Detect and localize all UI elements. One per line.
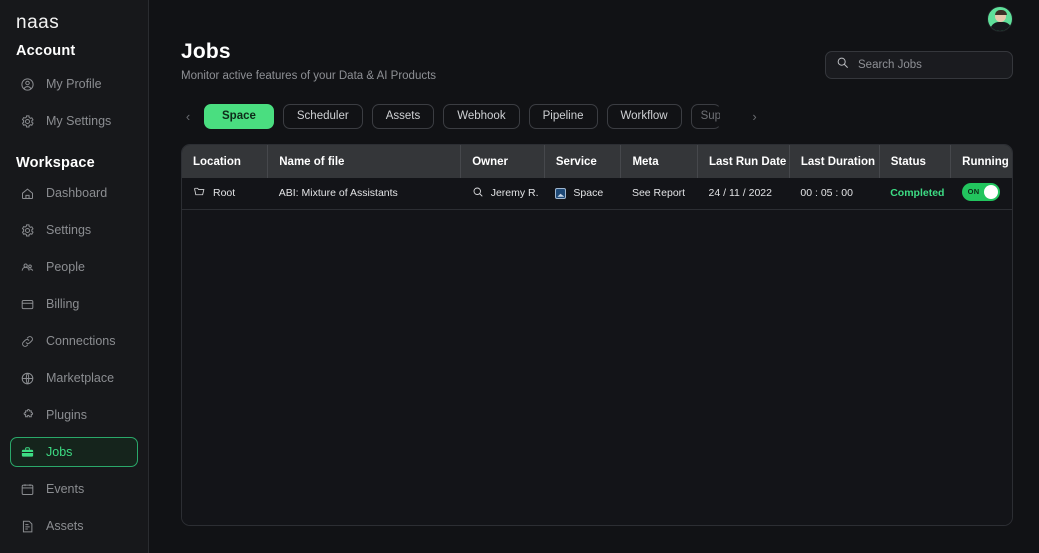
main-content: Jobs Monitor active features of your Dat… [149,0,1039,553]
cell-running: ON [950,178,1012,210]
briefcase-icon [19,444,35,460]
filter-chip-row: ‹ Space Scheduler Assets Webhook Pipelin… [181,102,1013,130]
sidebar-item-connections[interactable]: Connections [10,326,138,356]
running-toggle-label: ON [967,186,980,196]
chevron-right-icon[interactable]: › [748,109,762,124]
table-empty-area [182,209,1012,525]
sidebar-item-assets[interactable]: Assets [10,511,138,541]
credit-card-icon [19,296,35,312]
sidebar-item-label: Settings [46,223,92,237]
cell-meta[interactable]: See Report [620,178,698,210]
globe-icon [19,370,35,386]
column-header-last-duration[interactable]: Last Duration [789,145,880,178]
app-root: naas Account My Profile My Settings Work… [0,0,1039,553]
sidebar-item-people[interactable]: People [10,252,138,282]
column-header-last-run-date[interactable]: Last Run Date [697,145,790,178]
sidebar-item-label: Billing [46,297,80,311]
sidebar-item-label: Marketplace [46,371,115,385]
filter-chip-workflow[interactable]: Workflow [606,103,682,129]
search-input-placeholder[interactable]: Search Jobs [858,59,922,71]
sidebar-item-label: Events [46,482,85,496]
cell-service: Space [544,178,621,210]
sidebar-item-label: Dashboard [46,186,108,200]
document-icon [19,518,35,534]
search-icon [472,186,484,201]
sidebar-item-jobs[interactable]: Jobs [10,437,138,467]
sidebar-item-billing[interactable]: Billing [10,289,138,319]
page-header: Jobs Monitor active features of your Dat… [181,40,1013,82]
gear-icon [19,113,35,129]
home-icon [19,185,35,201]
jobs-table-body: Root ABI: Mixture of Assistants Jeremy R… [182,178,1012,210]
filter-chip-support[interactable]: Sup [690,103,721,129]
puzzle-icon [19,407,35,423]
avatar-body [990,22,1012,31]
sidebar-section-account-title: Account [16,43,76,59]
table-row[interactable]: Root ABI: Mixture of Assistants Jeremy R… [182,178,1012,210]
jobs-table-head: Location Name of file Owner Service Meta… [182,145,1012,178]
column-header-meta[interactable]: Meta [620,145,699,178]
sidebar-item-label: My Settings [46,114,112,128]
column-header-service[interactable]: Service [544,145,622,178]
column-header-location[interactable]: Location [182,145,269,178]
gear-icon [19,222,35,238]
cell-owner-text: Jeremy R. [490,187,539,200]
sidebar-item-label: Assets [46,519,84,533]
sidebar-item-marketplace[interactable]: Marketplace [10,363,138,393]
cell-last-duration: 00 : 05 : 00 [789,178,880,210]
search-jobs-box[interactable]: Search Jobs [825,51,1013,79]
filter-chip-assets[interactable]: Assets [371,103,435,129]
sidebar-item-dashboard[interactable]: Dashboard [10,178,138,208]
status-badge: Completed [890,187,945,200]
sidebar-item-plugins[interactable]: Plugins [10,400,138,430]
top-bar [181,0,1013,36]
jobs-table-container: Location Name of file Owner Service Meta… [181,144,1013,526]
user-circle-icon [19,76,35,92]
cell-name-of-file: ABI: Mixture of Assistants [267,178,461,210]
sidebar-item-label: People [46,260,85,274]
running-toggle[interactable]: ON [961,182,1000,201]
calendar-icon [19,481,35,497]
sidebar: naas Account My Profile My Settings Work… [0,0,149,553]
people-icon [19,259,35,275]
search-icon [836,56,849,74]
image-icon [555,187,567,199]
brand-logo[interactable]: naas [0,0,148,38]
jobs-table: Location Name of file Owner Service Meta… [182,145,1012,210]
folder-icon [193,185,206,201]
running-toggle-knob [983,184,998,199]
sidebar-item-my-profile[interactable]: My Profile [10,69,138,99]
sidebar-item-my-settings[interactable]: My Settings [10,106,138,136]
filter-chip-space[interactable]: Space [204,103,274,129]
column-header-owner[interactable]: Owner [460,145,545,178]
cell-last-run-date: 24 / 11 / 2022 [697,178,790,210]
filter-chip-pipeline[interactable]: Pipeline [528,103,598,129]
sidebar-item-settings[interactable]: Settings [10,215,138,245]
column-header-name-of-file[interactable]: Name of file [267,145,462,178]
cell-service-text: Space [573,187,604,200]
sidebar-section-workspace-title: Workspace [16,155,95,171]
cell-status: Completed [879,178,951,210]
user-avatar[interactable] [987,6,1013,32]
filter-chip-scheduler[interactable]: Scheduler [282,103,363,129]
cell-location: Root [182,178,268,210]
sidebar-item-label: Jobs [46,445,73,459]
cell-location-text: Root [213,187,236,200]
chevron-left-icon[interactable]: ‹ [181,109,195,124]
filter-chip-webhook[interactable]: Webhook [443,103,520,129]
table-header-row: Location Name of file Owner Service Meta… [182,145,1012,178]
sidebar-item-label: Plugins [46,408,87,422]
column-header-status[interactable]: Status [879,145,952,178]
avatar-hair [994,10,1007,15]
cell-owner: Jeremy R. [460,178,545,210]
sidebar-item-label: Connections [46,334,116,348]
sidebar-item-label: My Profile [46,77,102,91]
link-icon [19,333,35,349]
sidebar-item-events[interactable]: Events [10,474,138,504]
column-header-running[interactable]: Running [950,145,1012,178]
